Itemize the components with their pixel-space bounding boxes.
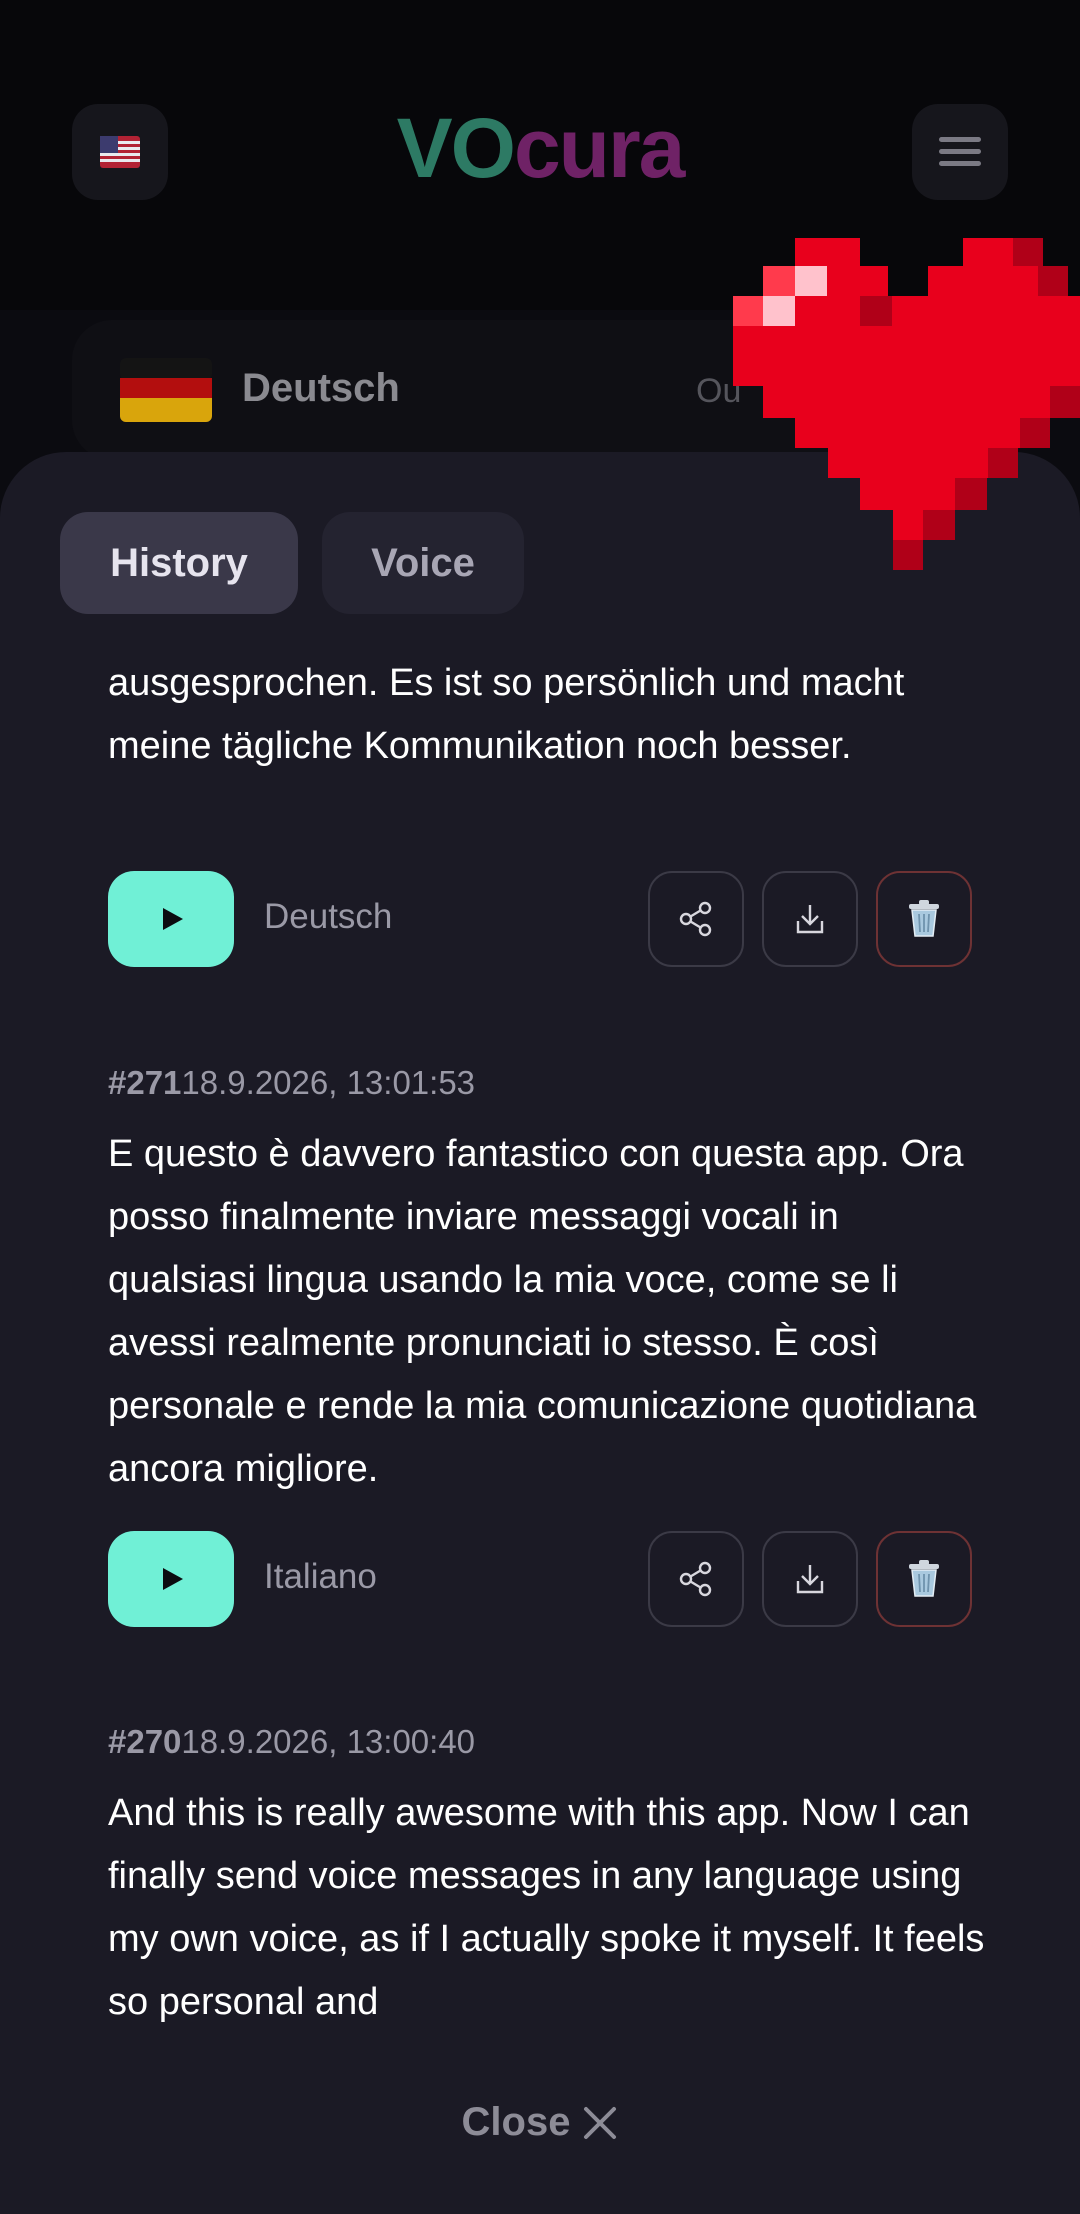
- input-language-label: Deutsch: [242, 366, 400, 410]
- share-icon: [679, 901, 712, 937]
- history-timestamp: 18.9.2026, 13:00:40: [181, 1723, 476, 1760]
- play-button[interactable]: [108, 871, 234, 967]
- menu-button[interactable]: [912, 104, 1008, 200]
- history-message-text: And this is really awesome with this app…: [108, 1792, 985, 2023]
- history-timestamp: 18.9.2026, 13:01:53: [181, 1064, 476, 1101]
- download-icon: [796, 1565, 824, 1594]
- download-button[interactable]: [762, 871, 858, 967]
- tab-voice[interactable]: Voice: [322, 512, 524, 614]
- tab-history[interactable]: History: [60, 512, 298, 614]
- download-icon: [796, 905, 824, 934]
- share-button[interactable]: [648, 1531, 744, 1627]
- message-language: Deutsch: [264, 897, 393, 936]
- play-button[interactable]: [108, 1531, 234, 1627]
- history-meta: #27018.9.2026, 13:00:40: [108, 1723, 475, 1761]
- share-button[interactable]: [648, 871, 744, 967]
- message-language: Italiano: [264, 1557, 377, 1596]
- play-icon: [163, 1568, 183, 1590]
- download-button[interactable]: [762, 1531, 858, 1627]
- play-icon: [163, 908, 183, 930]
- trash-icon: [909, 1560, 939, 1597]
- history-meta: #27118.9.2026, 13:01:53: [108, 1064, 475, 1102]
- history-message-text: E questo è davvero fantastico con questa…: [108, 1133, 977, 1490]
- history-message-text: ausgesprochen. Es ist so persönlich und …: [108, 662, 905, 767]
- close-icon: [584, 2106, 617, 2139]
- history-sheet: History Voice ausgesprochen. Es ist so p…: [0, 452, 1080, 2214]
- history-id: #270: [108, 1723, 182, 1760]
- german-flag-icon: [120, 358, 212, 422]
- pixel-heart-sticker: [733, 238, 1080, 570]
- delete-button[interactable]: [876, 871, 972, 967]
- share-icon: [679, 1561, 712, 1597]
- trash-icon: [909, 900, 939, 937]
- close-button[interactable]: Close: [0, 2100, 1080, 2145]
- delete-button[interactable]: [876, 1531, 972, 1627]
- hamburger-menu-icon: [939, 137, 981, 166]
- history-id: #271: [108, 1064, 182, 1101]
- close-label: Close: [461, 2100, 571, 2144]
